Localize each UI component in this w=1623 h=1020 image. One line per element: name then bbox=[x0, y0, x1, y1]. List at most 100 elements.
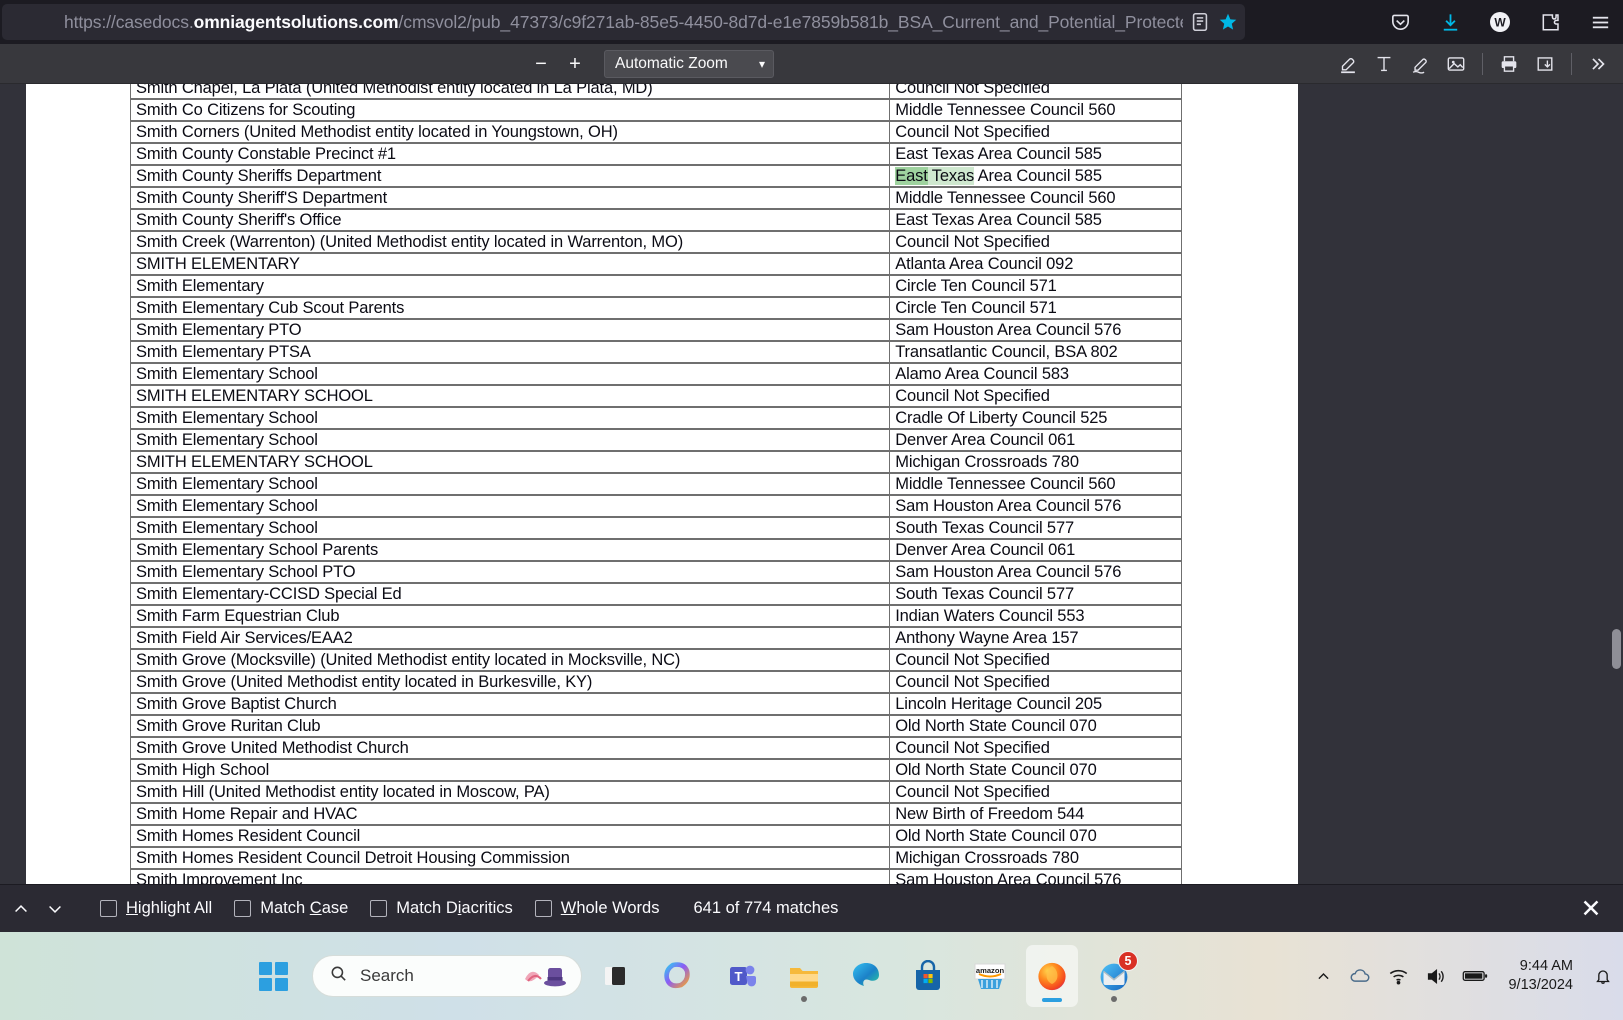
taskbar-thunderbird[interactable]: 5 bbox=[1088, 945, 1140, 1007]
highlight-all-checkbox[interactable]: Highlight All bbox=[100, 899, 212, 918]
cell-organization-name: Smith High School bbox=[129, 758, 891, 782]
cell-council: New Birth of Freedom 544 bbox=[889, 802, 1182, 826]
image-tool-icon[interactable] bbox=[1439, 48, 1473, 80]
browser-toolbar-right: W bbox=[1383, 2, 1617, 42]
cell-organization-name: Smith Hill (United Methodist entity loca… bbox=[129, 780, 891, 804]
taskbar-teams[interactable]: T bbox=[716, 945, 768, 1007]
url-scheme: https://casedocs. bbox=[64, 11, 194, 32]
taskbar-copilot[interactable] bbox=[654, 945, 706, 1007]
windows-logo-icon bbox=[258, 961, 288, 991]
taskbar-store[interactable] bbox=[902, 945, 954, 1007]
organization-council-table: Smith Chapel, La Plata (United Methodist… bbox=[129, 84, 1182, 884]
table-row: Smith High School Old North State Council… bbox=[129, 758, 1182, 782]
find-next-button[interactable] bbox=[38, 892, 72, 926]
table-row: Smith Elementary Circle Ten Council 571 bbox=[129, 274, 1182, 298]
tray-volume-icon[interactable] bbox=[1425, 967, 1446, 986]
cell-council: Lincoln Heritage Council 205 bbox=[889, 692, 1182, 716]
bookmark-star-icon[interactable] bbox=[1217, 11, 1239, 33]
taskbar-firefox[interactable] bbox=[1026, 945, 1078, 1007]
match-case-checkbox[interactable]: Match Case bbox=[234, 899, 348, 918]
save-icon[interactable] bbox=[1528, 48, 1562, 80]
draw-tool-icon[interactable] bbox=[1403, 48, 1437, 80]
cell-council: Michigan Crossroads 780 bbox=[889, 450, 1182, 474]
table-row: Smith Elementary PTSA Transatlantic Counc… bbox=[129, 340, 1182, 364]
zoom-in-button[interactable]: + bbox=[558, 48, 592, 80]
tray-battery-icon[interactable] bbox=[1462, 968, 1488, 984]
cell-council: Alamo Area Council 583 bbox=[889, 362, 1182, 386]
running-indicator bbox=[1111, 996, 1117, 1002]
extensions-puzzle-icon[interactable] bbox=[1533, 5, 1567, 39]
cell-council: Circle Ten Council 571 bbox=[889, 274, 1182, 298]
viewer-scrollbar[interactable] bbox=[1611, 84, 1622, 884]
url-path: /cmsvol2/pub_47373/c9f271ab-85e5-4450-8d… bbox=[398, 11, 1183, 32]
checkbox-indicator[interactable] bbox=[234, 900, 252, 917]
table-row: Smith Elementary School PTO Sam Houston A… bbox=[129, 560, 1182, 584]
highlight-tool-icon[interactable] bbox=[1331, 48, 1365, 80]
table-row: Smith Co Citizens for Scouting Middle Ten… bbox=[129, 98, 1182, 122]
cell-organization-name: Smith Elementary Cub Scout Parents bbox=[129, 296, 891, 320]
hamburger-menu-icon[interactable] bbox=[1583, 5, 1617, 39]
pocket-icon[interactable] bbox=[1383, 5, 1417, 39]
find-previous-button[interactable] bbox=[4, 892, 38, 926]
cell-council: Council Not Specified bbox=[889, 736, 1182, 760]
print-icon[interactable] bbox=[1492, 48, 1526, 80]
taskbar-search-box[interactable]: Search bbox=[312, 955, 582, 997]
reader-view-icon[interactable] bbox=[1189, 11, 1211, 33]
account-avatar-icon[interactable]: W bbox=[1483, 5, 1517, 39]
cell-organization-name: Smith County Sheriff'S Department bbox=[129, 186, 891, 210]
more-tools-icon[interactable] bbox=[1581, 48, 1615, 80]
taskbar-clock[interactable]: 9:44 AM 9/13/2024 bbox=[1508, 957, 1573, 995]
whole-words-checkbox[interactable]: Whole Words bbox=[534, 899, 659, 918]
cell-organization-name: Smith Grove Ruritan Club bbox=[129, 714, 891, 738]
scrollbar-thumb[interactable] bbox=[1612, 629, 1621, 669]
table-row: Smith Elementary School Middle Tennessee … bbox=[129, 472, 1182, 496]
taskbar-edge[interactable] bbox=[840, 945, 892, 1007]
match-case-checkbox-label: Match Case bbox=[260, 899, 349, 917]
text-tool-icon[interactable] bbox=[1367, 48, 1401, 80]
find-close-button[interactable]: ✕ bbox=[1575, 893, 1607, 925]
tray-notifications-bell-icon[interactable] bbox=[1593, 966, 1613, 986]
clock-date: 9/13/2024 bbox=[1508, 977, 1573, 993]
search-icon bbox=[329, 964, 348, 988]
cell-organization-name: Smith Homes Resident Council bbox=[129, 824, 891, 848]
url-bar[interactable]: https://casedocs.omniagentsolutions.com/… bbox=[2, 4, 1245, 40]
taskbar-task-view[interactable] bbox=[592, 945, 644, 1007]
table-row: Smith Grove (Mocksville) (United Methodi… bbox=[129, 648, 1182, 672]
taskbar-file-explorer[interactable] bbox=[778, 945, 830, 1007]
pdf-viewer[interactable]: Smith Chapel, La Plata (United Methodist… bbox=[0, 84, 1623, 884]
table-body: Smith Chapel, La Plata (United Methodist… bbox=[129, 84, 1182, 884]
cell-council: East Texas Area Council 585 bbox=[889, 208, 1182, 232]
pdf-page: Smith Chapel, La Plata (United Methodist… bbox=[26, 84, 1298, 884]
cell-council: Middle Tennessee Council 560 bbox=[889, 186, 1182, 210]
table-row: Smith Elementary PTO Sam Houston Area Cou… bbox=[129, 318, 1182, 342]
pdf-zoom-controls: − + Automatic Zoom ▾ bbox=[524, 44, 774, 84]
table-row: Smith Grove United Methodist Church Counc… bbox=[129, 736, 1182, 760]
taskbar-amazon[interactable]: amazon bbox=[964, 945, 1016, 1007]
cell-council: Sam Houston Area Council 576 bbox=[889, 868, 1182, 884]
tray-onedrive-cloud-icon[interactable] bbox=[1348, 966, 1372, 986]
zoom-out-button[interactable]: − bbox=[524, 48, 558, 80]
table-row: Smith Elementary School Alamo Area Counci… bbox=[129, 362, 1182, 386]
match-diacritics-checkbox[interactable]: Match Diacritics bbox=[370, 899, 513, 918]
url-text: https://casedocs.omniagentsolutions.com/… bbox=[64, 12, 1183, 33]
checkbox-indicator[interactable] bbox=[100, 900, 117, 917]
pdf-annotation-tools bbox=[1331, 44, 1615, 84]
checkbox-indicator[interactable] bbox=[534, 900, 552, 917]
download-icon[interactable] bbox=[1433, 5, 1467, 39]
running-indicator bbox=[1042, 998, 1062, 1002]
cell-organization-name: Smith Elementary School Parents bbox=[129, 538, 891, 562]
cell-council: Circle Ten Council 571 bbox=[889, 296, 1182, 320]
cell-council: Middle Tennessee Council 560 bbox=[889, 472, 1182, 496]
cell-organization-name: Smith Elementary PTO bbox=[129, 318, 891, 342]
cell-organization-name: Smith Chapel, La Plata (United Methodist… bbox=[129, 84, 891, 100]
cell-council: Atlanta Area Council 092 bbox=[889, 252, 1182, 276]
cell-council: Sam Houston Area Council 576 bbox=[889, 318, 1182, 342]
tray-wifi-icon[interactable] bbox=[1388, 967, 1409, 985]
zoom-level-select[interactable]: Automatic Zoom ▾ bbox=[604, 50, 774, 78]
cell-organization-name: Smith Grove (Mocksville) (United Methodi… bbox=[129, 648, 891, 672]
taskbar-start-button[interactable] bbox=[250, 953, 296, 999]
tray-chevron-up-icon[interactable] bbox=[1315, 968, 1332, 985]
checkbox-indicator[interactable] bbox=[370, 900, 388, 917]
table-row: Smith Chapel, La Plata (United Methodist… bbox=[129, 84, 1182, 100]
cell-council: Old North State Council 070 bbox=[889, 824, 1182, 848]
